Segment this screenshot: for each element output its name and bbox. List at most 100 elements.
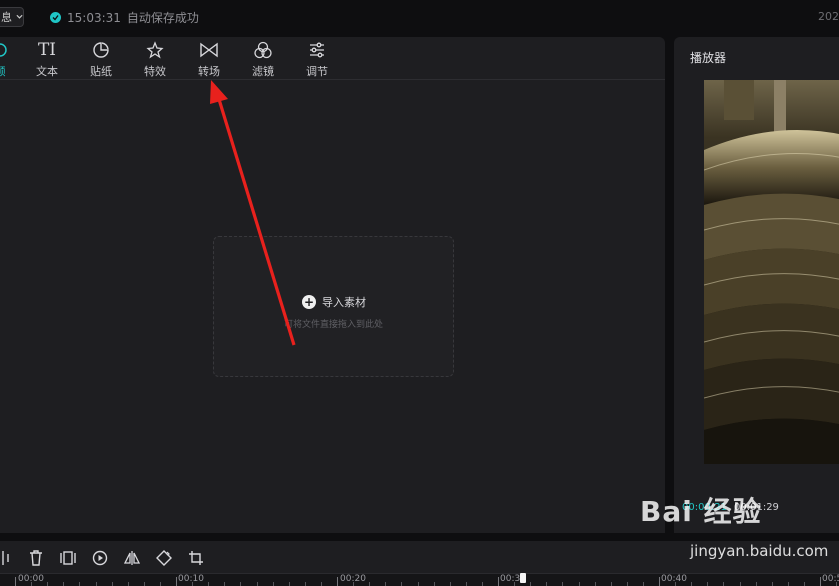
text-icon: TI bbox=[37, 40, 57, 60]
media-icon bbox=[0, 39, 20, 61]
ruler-tick bbox=[675, 582, 677, 586]
tab-adjust[interactable]: 调节 bbox=[297, 39, 337, 79]
rotate-icon bbox=[156, 550, 172, 566]
mirror-icon bbox=[124, 551, 140, 565]
ruler-tick bbox=[787, 582, 789, 586]
tab-label: 转场 bbox=[198, 65, 220, 78]
tab-filter[interactable]: 滤镜 bbox=[243, 39, 283, 79]
delete-button[interactable] bbox=[27, 549, 45, 567]
tab-label: 调节 bbox=[306, 65, 328, 78]
ruler-tick bbox=[401, 582, 403, 586]
player-title: 播放器 bbox=[690, 51, 727, 65]
ruler-tick bbox=[159, 582, 161, 586]
ruler-tick bbox=[433, 582, 435, 586]
ruler-tick bbox=[272, 582, 274, 586]
crop-icon bbox=[189, 551, 203, 565]
ruler-tick bbox=[385, 582, 387, 586]
ruler-tick bbox=[739, 582, 741, 586]
import-label: 导入素材 bbox=[322, 296, 366, 309]
adjust-icon bbox=[297, 39, 337, 61]
video-frame-image bbox=[704, 80, 839, 464]
save-text: 自动保存成功 bbox=[126, 11, 199, 25]
media-panel: 频 TI 文本 贴纸 特效 转场 bbox=[0, 37, 665, 533]
import-button[interactable]: + 导入素材 bbox=[302, 294, 366, 310]
tab-label: 频 bbox=[0, 63, 20, 79]
check-icon bbox=[50, 12, 61, 23]
timeline-toolbar bbox=[0, 541, 839, 573]
save-time: 15:03:31 bbox=[67, 10, 121, 25]
ruler-tick bbox=[79, 582, 81, 586]
plus-icon: + bbox=[302, 295, 316, 309]
tab-media[interactable]: 频 bbox=[0, 39, 20, 79]
ruler-label: 00:40 bbox=[661, 574, 687, 584]
menu-dropdown[interactable]: 息 bbox=[0, 7, 24, 27]
ruler-tick bbox=[208, 582, 210, 586]
ruler-tick bbox=[63, 582, 65, 586]
ruler-tick bbox=[240, 582, 242, 586]
ruler-tick bbox=[803, 582, 805, 586]
ruler-tick bbox=[449, 582, 451, 586]
rotate-button[interactable] bbox=[155, 549, 173, 567]
ruler-tick bbox=[771, 582, 773, 586]
current-time: 00:00:21 bbox=[682, 502, 727, 513]
ruler-tick bbox=[546, 582, 548, 586]
import-dropzone[interactable]: + 导入素材 可将文件直接拖入到此处 bbox=[213, 236, 454, 377]
ruler-tick bbox=[514, 582, 516, 586]
ruler-tick bbox=[95, 582, 97, 586]
filter-icon bbox=[243, 39, 283, 61]
total-time: 00:01:29 bbox=[734, 502, 779, 513]
ruler-tick bbox=[755, 582, 757, 586]
ruler-tick bbox=[594, 582, 596, 586]
ruler-tick bbox=[417, 582, 419, 586]
top-bar: 息 15:03:31 自动保存成功 202 bbox=[0, 0, 839, 36]
tab-label: 特效 bbox=[144, 65, 166, 78]
ruler-tick bbox=[288, 582, 290, 586]
year-label: 202 bbox=[818, 10, 839, 23]
reverse-play-icon bbox=[92, 550, 108, 566]
freeze-button[interactable] bbox=[59, 549, 77, 567]
ruler-tick bbox=[353, 582, 355, 586]
ruler-tick bbox=[707, 582, 709, 586]
ruler-tick bbox=[304, 582, 306, 586]
split-button[interactable] bbox=[0, 549, 12, 567]
chevron-down-icon bbox=[16, 14, 23, 19]
tab-label: 滤镜 bbox=[252, 65, 274, 78]
ruler-tick bbox=[465, 582, 467, 586]
ruler-tick bbox=[320, 582, 322, 586]
ruler-label: 00:10 bbox=[178, 574, 204, 584]
tab-effects[interactable]: 特效 bbox=[135, 39, 175, 79]
effects-icon bbox=[135, 39, 175, 61]
reverse-button[interactable] bbox=[91, 549, 109, 567]
tab-sticker[interactable]: 贴纸 bbox=[81, 39, 121, 79]
mirror-button[interactable] bbox=[123, 549, 141, 567]
menu-label: 息 bbox=[1, 11, 12, 24]
ruler-tick bbox=[369, 582, 371, 586]
timeline-ruler[interactable]: 00:00 00:10 00:20 00:30 00:40 00:50 bbox=[0, 573, 839, 586]
ruler-tick bbox=[31, 582, 33, 586]
ruler-tick bbox=[256, 582, 258, 586]
video-preview[interactable] bbox=[704, 80, 839, 464]
autosave-status: 15:03:31 自动保存成功 bbox=[50, 9, 199, 26]
transition-icon bbox=[189, 39, 229, 61]
ruler-tick bbox=[578, 582, 580, 586]
ruler-tick bbox=[224, 582, 226, 586]
ruler-tick bbox=[111, 582, 113, 586]
player-panel: 播放器 00:00:21 00:01:29 bbox=[674, 37, 839, 533]
ruler-tick bbox=[530, 582, 532, 586]
crop-button[interactable] bbox=[187, 549, 205, 567]
trash-icon bbox=[30, 550, 42, 566]
tab-text[interactable]: TI 文本 bbox=[27, 39, 67, 79]
ruler-tick bbox=[47, 582, 49, 586]
tab-label: 文本 bbox=[36, 65, 58, 78]
freeze-frame-icon bbox=[60, 551, 76, 565]
ruler-tick bbox=[610, 582, 612, 586]
ruler-tick bbox=[836, 582, 838, 586]
ruler-tick bbox=[642, 582, 644, 586]
ruler-tick bbox=[723, 582, 725, 586]
tab-label: 贴纸 bbox=[90, 65, 112, 78]
ruler-tick bbox=[562, 582, 564, 586]
tab-transition[interactable]: 转场 bbox=[189, 39, 229, 79]
ruler-tick bbox=[127, 582, 129, 586]
playhead-handle[interactable] bbox=[520, 573, 526, 583]
sticker-icon bbox=[81, 39, 121, 61]
